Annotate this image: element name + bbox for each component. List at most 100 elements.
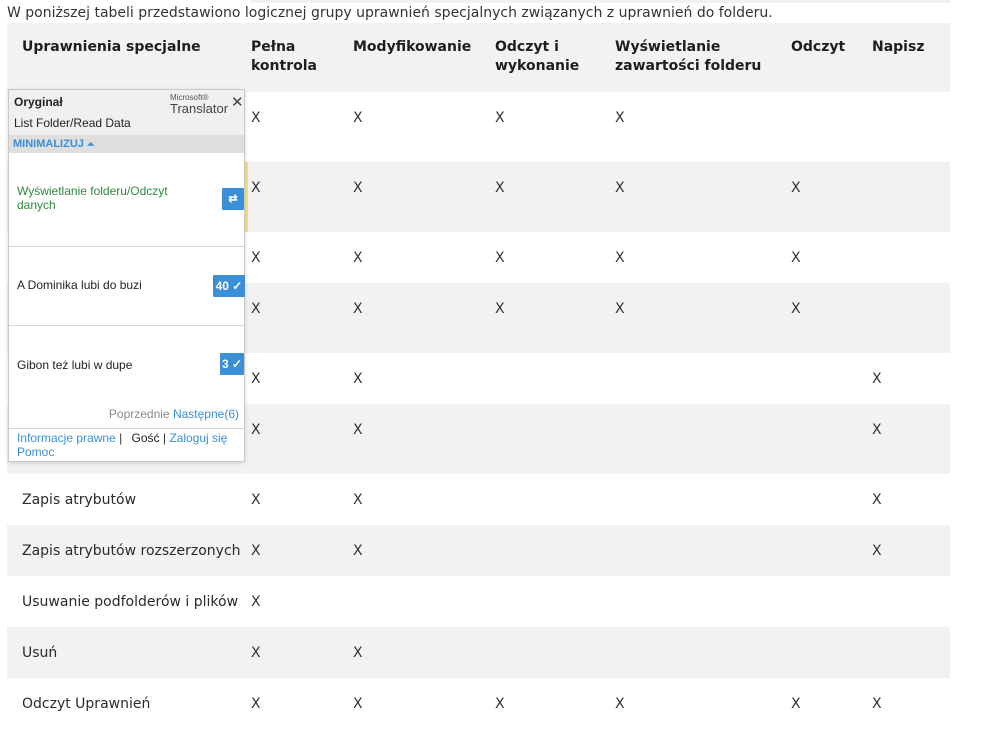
permission-mark: X: [251, 492, 261, 508]
translation-text: A Dominika lubi do buzi: [17, 278, 142, 292]
permission-mark: X: [251, 110, 261, 126]
table-header-row: Uprawnienia specjalne Pełna kontrola Mod…: [7, 23, 950, 92]
permission-mark: [791, 92, 872, 162]
permission-name: Odczyt Uprawnień: [22, 696, 151, 712]
vote-badge[interactable]: 3 ✓: [220, 353, 244, 375]
permission-mark: X: [353, 696, 363, 712]
vote-badge[interactable]: 40 ✓: [213, 275, 245, 297]
original-label: Oryginał: [14, 95, 63, 109]
permission-mark: [791, 576, 872, 627]
permission-mark: [872, 627, 950, 678]
permission-mark: [615, 474, 791, 525]
permission-mark: X: [353, 404, 495, 474]
permission-mark: X: [251, 525, 353, 576]
permission-mark: [791, 525, 872, 576]
permission-name: Usuń: [7, 627, 251, 678]
permission-mark: X: [495, 250, 505, 266]
previous-link[interactable]: Poprzednie: [109, 407, 170, 421]
column-header: Modyfikowanie: [353, 23, 495, 92]
permission-mark: X: [615, 162, 791, 232]
translation-option[interactable]: Gibon też lubi w dupe 3 ✓ Poprzednie Nas…: [9, 325, 244, 425]
permission-mark: X: [353, 525, 495, 576]
permission-mark: [872, 283, 950, 353]
close-icon[interactable]: ✕: [231, 93, 244, 111]
permission-mark: X: [353, 110, 363, 126]
permission-mark: X: [353, 492, 363, 508]
permission-mark: [872, 232, 950, 283]
permission-mark: X: [791, 696, 801, 712]
permission-mark: X: [353, 371, 363, 387]
permission-mark: [615, 353, 791, 404]
permission-mark: X: [353, 250, 363, 266]
brand-main: Translator: [170, 101, 229, 116]
translator-popup: Oryginał List Folder/Read Data Microsoft…: [8, 89, 245, 462]
permission-mark: [495, 353, 615, 404]
permission-mark: [615, 404, 791, 474]
separator: |: [119, 431, 126, 445]
permission-mark: [791, 404, 872, 474]
chevron-up-icon: ⏶: [86, 139, 95, 149]
permission-mark: [495, 404, 615, 474]
permission-mark: [495, 627, 615, 678]
permission-mark: X: [791, 283, 872, 353]
translator-footer: Informacje prawne | Gość | Zaloguj się P…: [9, 428, 244, 459]
help-link[interactable]: Pomoc: [17, 445, 54, 459]
column-header: Odczyt: [791, 23, 872, 92]
original-text: List Folder/Read Data: [14, 116, 131, 130]
translate-icon[interactable]: ⇄: [222, 188, 244, 210]
login-link[interactable]: Zaloguj się: [169, 431, 227, 445]
translation-text: Wyświetlanie folderu/Odczyt danych: [17, 184, 168, 212]
permission-mark: X: [251, 696, 261, 712]
permission-mark: X: [251, 371, 261, 387]
permission-mark: [615, 627, 791, 678]
permission-mark: [495, 474, 615, 525]
column-header: Uprawnienia specjalne: [7, 23, 251, 92]
column-header: Wyświetlanie zawartości folderu: [615, 23, 791, 92]
column-header: Napisz: [872, 23, 950, 92]
permission-mark: X: [495, 162, 615, 232]
permission-mark: [791, 353, 872, 404]
permission-mark: X: [615, 696, 625, 712]
permission-mark: X: [353, 283, 495, 353]
translation-option[interactable]: A Dominika lubi do buzi 40 ✓: [9, 246, 245, 325]
permission-mark: X: [251, 594, 261, 610]
next-link[interactable]: Następne(6): [173, 407, 239, 421]
permission-mark: [791, 474, 872, 525]
pager: Poprzednie Następne(6): [109, 407, 239, 421]
permission-mark: X: [353, 162, 495, 232]
table-row: Usuwanie podfolderów i plików X: [7, 576, 950, 627]
permission-mark: [872, 576, 950, 627]
permission-mark: X: [353, 627, 495, 678]
minimize-label: MINIMALIZUJ: [13, 138, 84, 150]
permission-mark: X: [615, 250, 625, 266]
permission-mark: [872, 162, 950, 232]
permission-mark: [615, 576, 791, 627]
permission-name: Usuwanie podfolderów i plików: [22, 594, 239, 610]
permission-mark: X: [495, 283, 615, 353]
permission-mark: X: [791, 162, 872, 232]
permission-mark: X: [615, 110, 625, 126]
permission-mark: X: [791, 250, 801, 266]
intro-text: W poniższej tabeli przedstawiono logiczn…: [7, 5, 773, 21]
table-row: Odczyt Uprawnień X X X X X X: [7, 678, 950, 729]
permission-mark: [791, 627, 872, 678]
table-row: Zapis atrybutów X X X: [7, 474, 950, 525]
permission-mark: [353, 576, 495, 627]
permission-mark: X: [251, 250, 261, 266]
permission-name: Zapis atrybutów rozszerzonych: [7, 525, 251, 576]
translation-text: Gibon też lubi w dupe: [17, 358, 133, 372]
legal-link[interactable]: Informacje prawne: [17, 431, 116, 445]
translation-option[interactable]: Wyświetlanie folderu/Odczyt danych ⇄: [9, 153, 244, 246]
selection-highlight: [245, 162, 248, 232]
guest-label: Gość: [131, 431, 160, 445]
permission-mark: X: [251, 283, 353, 353]
permission-mark: [495, 525, 615, 576]
permission-mark: X: [872, 696, 882, 712]
minimize-button[interactable]: MINIMALIZUJ ⏶: [9, 135, 244, 153]
column-header: Pełna kontrola: [251, 23, 353, 92]
permission-mark: X: [872, 404, 950, 474]
permission-mark: X: [495, 696, 505, 712]
permission-mark: X: [872, 492, 882, 508]
permission-mark: X: [615, 283, 791, 353]
table-row: Usuń X X: [7, 627, 950, 678]
